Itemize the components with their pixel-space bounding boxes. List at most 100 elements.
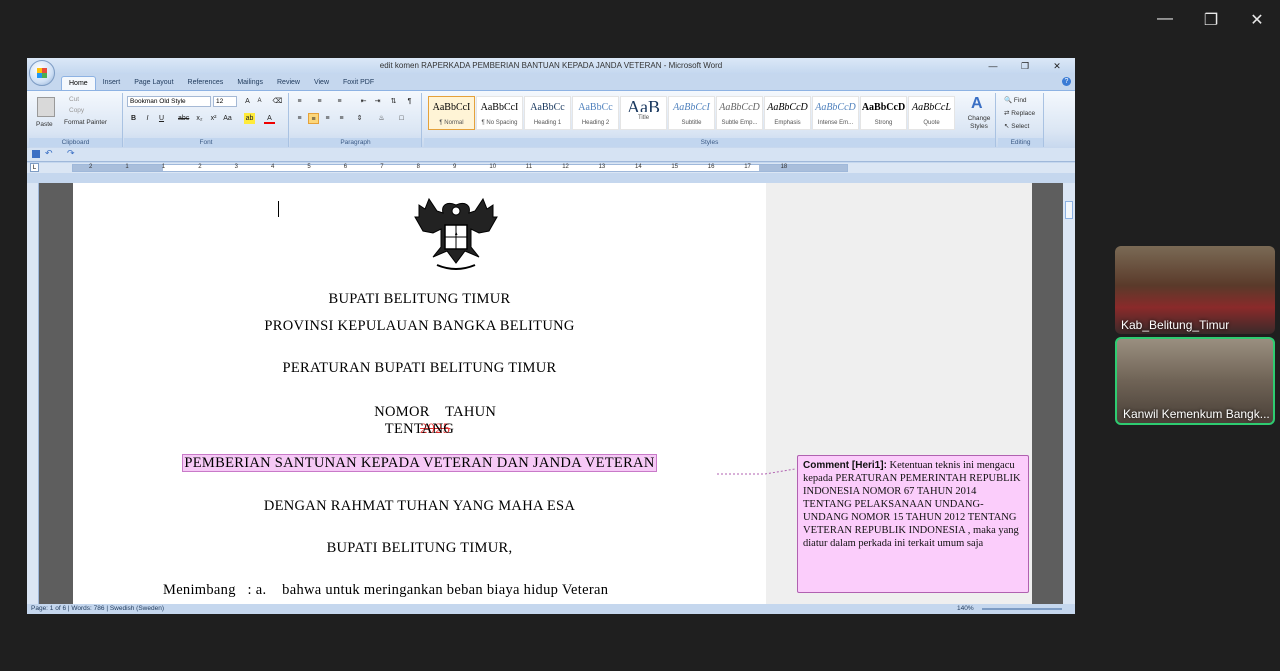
doc-nomor: NOMOR TAHUN — [374, 404, 497, 420]
undo-icon[interactable]: ↶ — [45, 148, 53, 159]
minimize-icon[interactable]: — — [1150, 10, 1180, 28]
highlight-icon[interactable]: ab — [244, 113, 255, 124]
copy-button[interactable]: Copy — [69, 107, 84, 114]
tab-insert[interactable]: Insert — [96, 76, 128, 90]
style-item[interactable]: AaBbCcD Strong — [860, 96, 907, 130]
font-name-select[interactable]: Bookman Old Style — [127, 96, 211, 107]
tab-selector-icon[interactable]: L — [30, 163, 39, 172]
vertical-ruler[interactable] — [27, 183, 39, 604]
select-button[interactable]: ↖ Select — [1004, 122, 1029, 130]
increase-indent-icon[interactable]: ⇥ — [372, 96, 383, 107]
style-item[interactable]: AaBbCcI ¶ Normal — [428, 96, 475, 130]
style-item[interactable]: AaBbCcD Intense Em... — [812, 96, 859, 130]
tab-review[interactable]: Review — [270, 76, 307, 90]
paste-button[interactable]: Paste — [36, 121, 53, 128]
clear-format-icon[interactable]: ⌫ — [272, 96, 283, 107]
tab-home[interactable]: Home — [61, 76, 96, 90]
word-minimize-icon[interactable]: — — [979, 58, 1007, 74]
ruler-number: 17 — [744, 164, 751, 170]
shading-icon[interactable]: ♨ — [376, 113, 387, 124]
horizontal-ruler[interactable]: L 2 1 1 2 3 4 5 6 7 8 9 10 11 12 13 14 15 16 17 18 — [27, 163, 1075, 173]
doc-rahmat: DENGAN RAHMAT TUHAN YANG MAHA ESA — [263, 498, 576, 514]
ruler-number: 7 — [380, 164, 384, 170]
document-page[interactable]: BUPATI BELITUNG TIMUR PROVINSI KEPULAUAN… — [73, 183, 766, 604]
format-painter-button[interactable]: Format Painter — [64, 119, 107, 126]
subscript-icon[interactable]: x₂ — [194, 113, 205, 124]
tab-foxit-pdf[interactable]: Foxit PDF — [336, 76, 381, 90]
justify-icon[interactable]: ≡ — [336, 113, 347, 124]
zoom-level[interactable]: 140% — [957, 604, 974, 614]
tab-page-layout[interactable]: Page Layout — [127, 76, 180, 90]
font-group: Bookman Old Style 12 A A ⌫ B I U abc x₂ … — [124, 93, 289, 147]
participant-tile-1[interactable]: Kab_Belitung_Timur — [1115, 246, 1275, 334]
strikethrough-icon[interactable]: abc — [178, 113, 189, 124]
word-close-icon[interactable]: ✕ — [1043, 58, 1071, 74]
style-item[interactable]: AaB Title — [620, 96, 667, 130]
align-center-icon[interactable]: ≡ — [308, 113, 319, 124]
style-preview: AaBbCcD — [719, 102, 760, 113]
line-spacing-icon[interactable]: ⇕ — [354, 113, 365, 124]
restore-icon[interactable]: ❐ — [1196, 10, 1226, 30]
superscript-icon[interactable]: x² — [208, 113, 219, 124]
change-case-icon[interactable]: Aa — [222, 113, 233, 124]
align-left-icon[interactable]: ≡ — [294, 113, 305, 124]
multilevel-icon[interactable]: ≡ — [334, 96, 345, 107]
style-item[interactable]: AaBbCc Heading 2 — [572, 96, 619, 130]
shrink-font-icon[interactable]: A — [254, 96, 265, 107]
ruler-number: 1 — [161, 164, 166, 170]
style-item[interactable]: AaBbCc Heading 1 — [524, 96, 571, 130]
save-icon[interactable] — [32, 150, 40, 158]
garuda-emblem — [414, 197, 498, 270]
comment-balloon[interactable]: Comment [Heri1]: Ketentuan teknis ini me… — [797, 455, 1029, 593]
align-right-icon[interactable]: ≡ — [322, 113, 333, 124]
decrease-indent-icon[interactable]: ⇤ — [358, 96, 369, 107]
style-item[interactable]: AaBbCcD Subtle Emp... — [716, 96, 763, 130]
style-item[interactable]: AaBbCcI ¶ No Spacing — [476, 96, 523, 130]
office-button[interactable] — [29, 60, 55, 86]
status-words[interactable]: Words: 786 — [71, 605, 104, 612]
underline-icon[interactable]: U — [156, 113, 167, 124]
style-preview: AaBbCcI — [673, 102, 710, 113]
word-restore-icon[interactable]: ❐ — [1011, 58, 1039, 74]
style-item[interactable]: AaBbCcL Quote — [908, 96, 955, 130]
zoom-slider[interactable] — [982, 608, 1062, 610]
status-language[interactable]: Swedish (Sweden) — [110, 605, 164, 612]
status-page[interactable]: Page: 1 of 6 — [31, 605, 66, 612]
font-color-icon[interactable]: A — [264, 113, 275, 124]
style-item[interactable]: AaBbCcD Emphasis — [764, 96, 811, 130]
commented-subject[interactable]: PEMBERIAN SANTUNAN KEPADA VETERAN DAN JA… — [182, 454, 657, 472]
scroll-thumb[interactable] — [1065, 201, 1073, 219]
tab-references[interactable]: References — [181, 76, 231, 90]
grow-font-icon[interactable]: A — [242, 96, 253, 107]
borders-icon[interactable]: □ — [396, 113, 407, 124]
change-styles-icon[interactable]: A — [971, 95, 983, 113]
italic-icon[interactable]: I — [142, 113, 153, 124]
doc-subject-line: PEMBERIAN SANTUNAN KEPADA VETERAN DAN JA… — [73, 454, 766, 472]
tab-mailings[interactable]: Mailings — [230, 76, 270, 90]
sort-icon[interactable]: ⇅ — [388, 96, 399, 107]
ruler-number: 9 — [453, 164, 457, 170]
bullets-icon[interactable]: ≡ — [294, 96, 305, 107]
participant-tile-2[interactable]: Kanwil Kemenkum Bangk... — [1115, 337, 1275, 425]
clipboard-group: Paste Cut Copy Format Painter Clipboard — [29, 93, 123, 147]
ruler-left-margin — [73, 165, 163, 171]
style-name: ¶ Normal — [439, 120, 464, 126]
paste-icon[interactable] — [37, 97, 55, 117]
find-button[interactable]: 🔍 Find — [1004, 96, 1027, 104]
cut-button[interactable]: Cut — [69, 96, 79, 103]
style-item[interactable]: AaBbCcI Subtitle — [668, 96, 715, 130]
pilcrow-icon[interactable]: ¶ — [404, 96, 415, 107]
participant-name-1: Kab_Belitung_Timur — [1121, 318, 1230, 332]
tab-view[interactable]: View — [307, 76, 336, 90]
font-size-select[interactable]: 12 — [213, 96, 237, 107]
redo-icon[interactable]: ↷ — [67, 148, 75, 159]
change-styles-button[interactable]: Change Styles — [965, 115, 993, 131]
close-icon[interactable]: ✕ — [1242, 10, 1272, 30]
replace-button[interactable]: ⇄ Replace — [1004, 109, 1035, 117]
vertical-scrollbar[interactable] — [1063, 183, 1075, 604]
editing-group: 🔍 Find ⇄ Replace ↖ Select Editing — [998, 93, 1044, 147]
font-label: Font — [124, 138, 288, 147]
help-icon[interactable]: ? — [1062, 77, 1071, 86]
bold-icon[interactable]: B — [128, 113, 139, 124]
numbering-icon[interactable]: ≡ — [314, 96, 325, 107]
